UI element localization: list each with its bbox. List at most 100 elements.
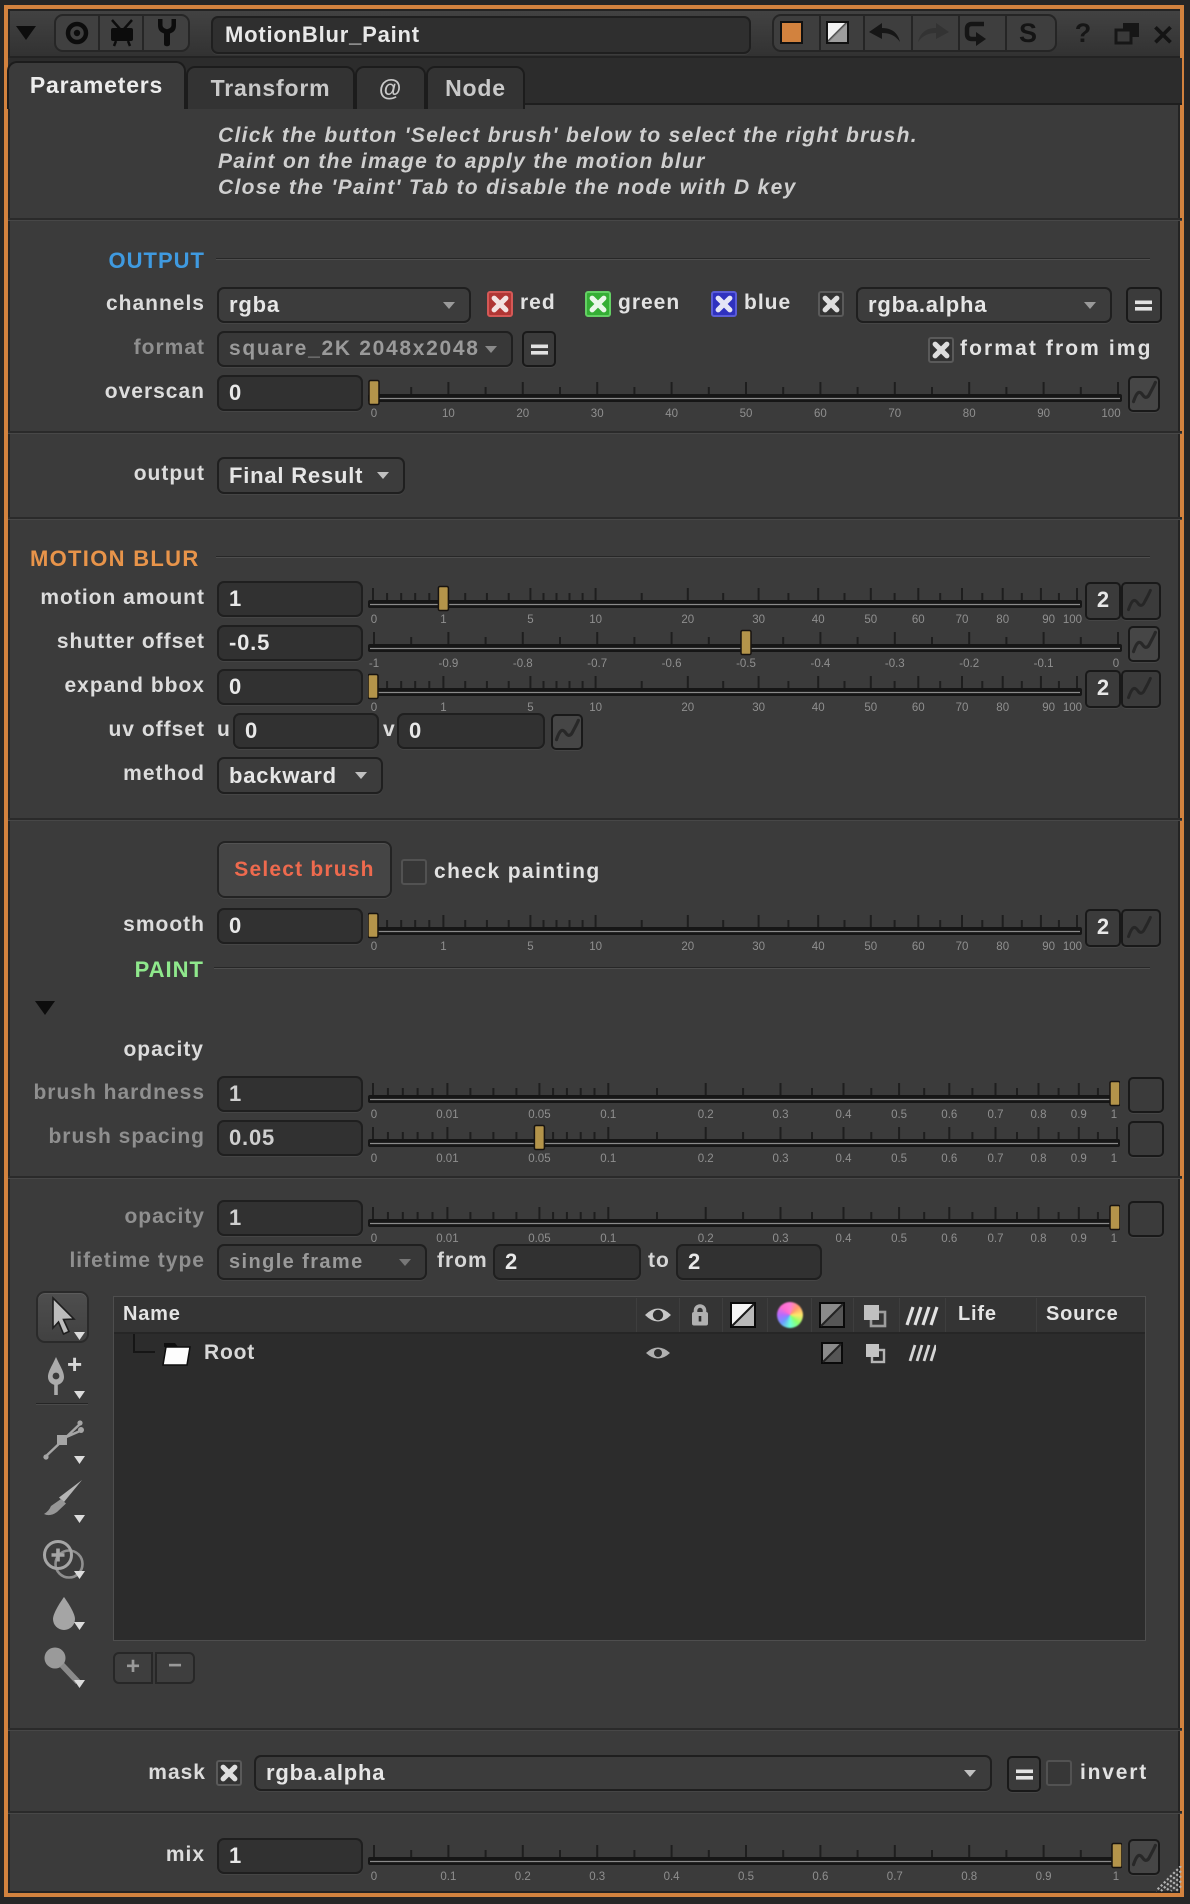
svg-text:0.4: 0.4 bbox=[836, 1109, 853, 1121]
svg-text:0.9: 0.9 bbox=[1071, 1109, 1087, 1121]
svg-text:90: 90 bbox=[1042, 614, 1055, 626]
svg-text:1: 1 bbox=[1111, 1233, 1117, 1245]
svg-text:30: 30 bbox=[752, 614, 765, 626]
svg-text:60: 60 bbox=[912, 614, 925, 626]
svg-text:0.7: 0.7 bbox=[887, 1871, 903, 1883]
svg-text:-0.2: -0.2 bbox=[959, 658, 979, 670]
svg-text:70: 70 bbox=[956, 614, 969, 626]
svg-text:0.3: 0.3 bbox=[773, 1109, 789, 1121]
svg-text:50: 50 bbox=[864, 614, 877, 626]
svg-text:0.01: 0.01 bbox=[436, 1153, 458, 1165]
svg-text:90: 90 bbox=[1042, 941, 1055, 953]
svg-text:0.05: 0.05 bbox=[528, 1153, 550, 1165]
svg-text:60: 60 bbox=[912, 702, 925, 714]
svg-text:-0.4: -0.4 bbox=[810, 658, 830, 670]
svg-text:10: 10 bbox=[589, 702, 602, 714]
svg-text:70: 70 bbox=[956, 941, 969, 953]
svg-text:1: 1 bbox=[1113, 1871, 1119, 1883]
svg-text:-0.5: -0.5 bbox=[736, 658, 756, 670]
svg-text:0.9: 0.9 bbox=[1036, 1871, 1052, 1883]
svg-text:50: 50 bbox=[864, 702, 877, 714]
svg-text:0.9: 0.9 bbox=[1071, 1153, 1087, 1165]
svg-text:5: 5 bbox=[527, 614, 533, 626]
svg-text:0: 0 bbox=[371, 941, 377, 953]
svg-text:60: 60 bbox=[814, 408, 827, 420]
svg-text:20: 20 bbox=[681, 941, 694, 953]
svg-text:0.8: 0.8 bbox=[961, 1871, 977, 1883]
svg-text:0.2: 0.2 bbox=[698, 1109, 714, 1121]
svg-text:0: 0 bbox=[371, 1153, 377, 1165]
svg-text:80: 80 bbox=[963, 408, 976, 420]
svg-text:1: 1 bbox=[440, 941, 446, 953]
svg-text:0.7: 0.7 bbox=[988, 1109, 1004, 1121]
svg-text:100: 100 bbox=[1063, 702, 1082, 714]
svg-text:80: 80 bbox=[996, 614, 1009, 626]
svg-text:0.8: 0.8 bbox=[1031, 1109, 1047, 1121]
svg-text:90: 90 bbox=[1037, 408, 1050, 420]
svg-text:0.4: 0.4 bbox=[836, 1233, 853, 1245]
svg-text:0.2: 0.2 bbox=[698, 1153, 714, 1165]
svg-text:0.5: 0.5 bbox=[891, 1153, 907, 1165]
svg-text:0.8: 0.8 bbox=[1031, 1233, 1047, 1245]
svg-text:0.6: 0.6 bbox=[941, 1153, 957, 1165]
svg-text:0: 0 bbox=[1113, 658, 1119, 670]
svg-text:0.01: 0.01 bbox=[436, 1233, 458, 1245]
svg-text:70: 70 bbox=[888, 408, 901, 420]
svg-text:40: 40 bbox=[812, 614, 825, 626]
svg-text:20: 20 bbox=[516, 408, 529, 420]
svg-text:40: 40 bbox=[812, 702, 825, 714]
svg-text:-0.3: -0.3 bbox=[885, 658, 905, 670]
svg-text:30: 30 bbox=[591, 408, 604, 420]
svg-text:0.1: 0.1 bbox=[440, 1871, 456, 1883]
svg-text:0.3: 0.3 bbox=[773, 1153, 789, 1165]
svg-text:1: 1 bbox=[1111, 1153, 1117, 1165]
svg-text:-0.6: -0.6 bbox=[662, 658, 682, 670]
svg-text:-0.1: -0.1 bbox=[1034, 658, 1054, 670]
svg-text:0.8: 0.8 bbox=[1031, 1153, 1047, 1165]
svg-text:50: 50 bbox=[864, 941, 877, 953]
svg-text:100: 100 bbox=[1063, 614, 1082, 626]
svg-text:0: 0 bbox=[371, 408, 377, 420]
svg-text:0.7: 0.7 bbox=[988, 1233, 1004, 1245]
svg-text:5: 5 bbox=[527, 941, 533, 953]
svg-text:0.01: 0.01 bbox=[436, 1109, 458, 1121]
svg-text:0.05: 0.05 bbox=[528, 1109, 550, 1121]
svg-text:100: 100 bbox=[1101, 408, 1120, 420]
svg-text:0.4: 0.4 bbox=[664, 1871, 681, 1883]
svg-text:0.6: 0.6 bbox=[941, 1109, 957, 1121]
svg-text:70: 70 bbox=[956, 702, 969, 714]
svg-text:80: 80 bbox=[996, 702, 1009, 714]
svg-text:0: 0 bbox=[371, 614, 377, 626]
svg-text:0.6: 0.6 bbox=[941, 1233, 957, 1245]
svg-text:0.9: 0.9 bbox=[1071, 1233, 1087, 1245]
svg-text:10: 10 bbox=[589, 614, 602, 626]
svg-text:10: 10 bbox=[589, 941, 602, 953]
svg-text:20: 20 bbox=[681, 702, 694, 714]
svg-text:20: 20 bbox=[681, 614, 694, 626]
svg-text:30: 30 bbox=[752, 702, 765, 714]
svg-text:0.5: 0.5 bbox=[738, 1871, 754, 1883]
svg-text:50: 50 bbox=[740, 408, 753, 420]
svg-text:0.1: 0.1 bbox=[600, 1153, 616, 1165]
svg-text:-0.9: -0.9 bbox=[438, 658, 458, 670]
svg-text:0.5: 0.5 bbox=[891, 1233, 907, 1245]
svg-text:40: 40 bbox=[665, 408, 678, 420]
svg-text:0.6: 0.6 bbox=[812, 1871, 828, 1883]
svg-text:0.5: 0.5 bbox=[891, 1109, 907, 1121]
svg-text:0.1: 0.1 bbox=[600, 1109, 616, 1121]
svg-text:40: 40 bbox=[812, 941, 825, 953]
svg-text:0.3: 0.3 bbox=[589, 1871, 605, 1883]
svg-text:0.4: 0.4 bbox=[836, 1153, 853, 1165]
svg-text:90: 90 bbox=[1042, 702, 1055, 714]
svg-text:0.2: 0.2 bbox=[515, 1871, 531, 1883]
svg-text:1: 1 bbox=[1111, 1109, 1117, 1121]
svg-text:-1: -1 bbox=[369, 658, 379, 670]
svg-text:0: 0 bbox=[371, 1109, 377, 1121]
svg-text:80: 80 bbox=[996, 941, 1009, 953]
svg-text:30: 30 bbox=[752, 941, 765, 953]
svg-text:1: 1 bbox=[440, 614, 446, 626]
svg-text:10: 10 bbox=[442, 408, 455, 420]
svg-text:100: 100 bbox=[1063, 941, 1082, 953]
svg-text:-0.7: -0.7 bbox=[587, 658, 607, 670]
svg-text:0.7: 0.7 bbox=[988, 1153, 1004, 1165]
